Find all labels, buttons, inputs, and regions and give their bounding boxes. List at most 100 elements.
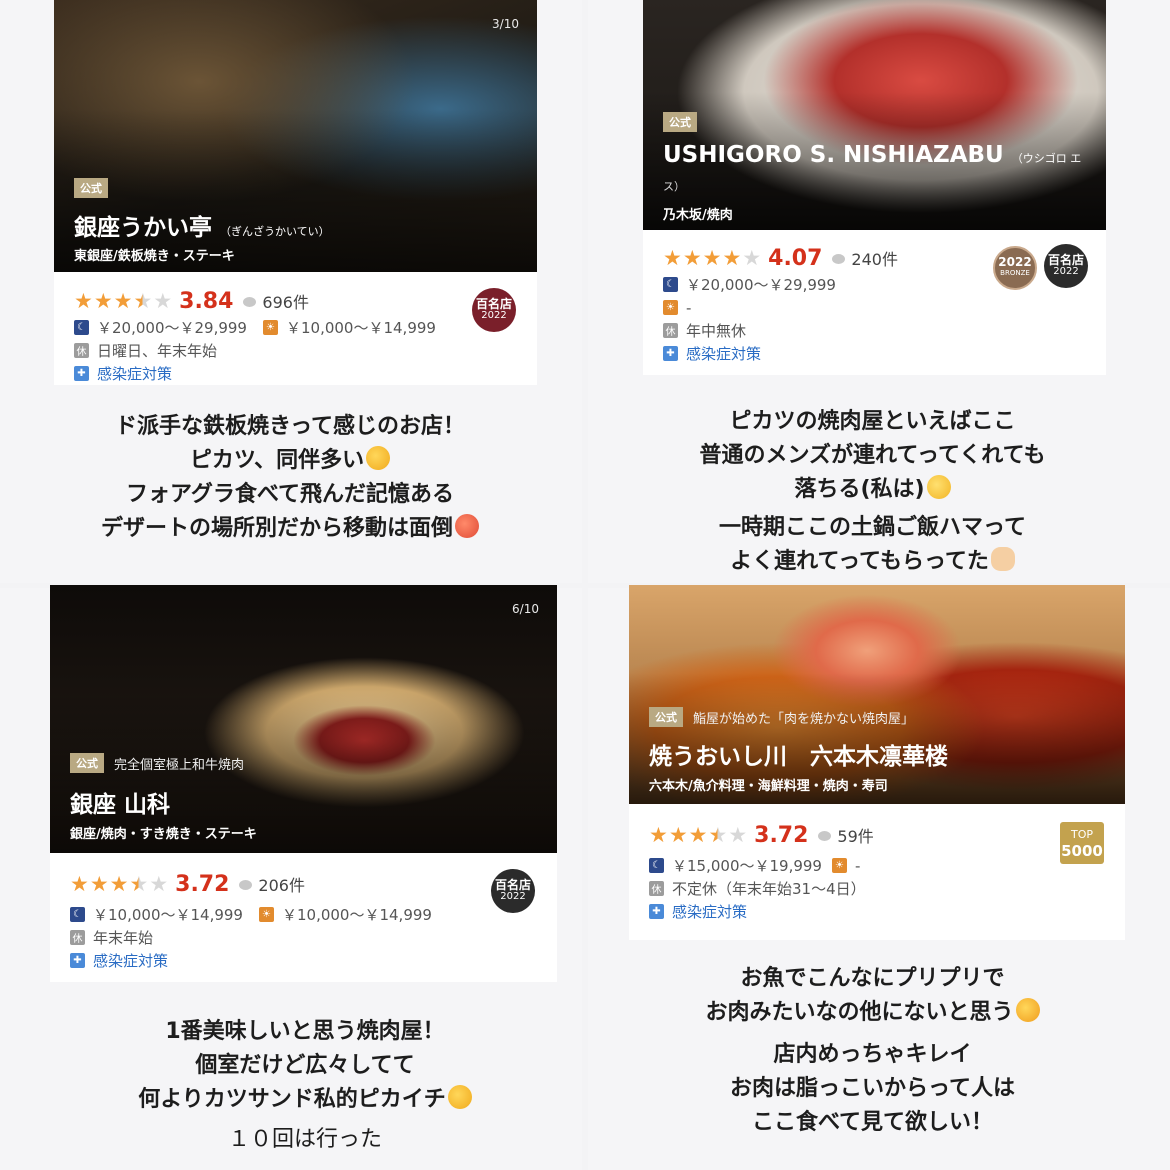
star-icon: ★ [663,245,682,270]
closed-days: 年末年始 [93,929,154,947]
hyakumeiten-badge[interactable]: 百名店 2022 [472,288,516,332]
title-reading: （ウシゴロ エ [1011,152,1082,165]
top5000-badge[interactable]: TOP 5000 [1060,822,1104,864]
star-icon: ★ [682,245,702,270]
covid-row[interactable]: ✚ 感染症対策 [649,900,1115,923]
dinner-budget: ￥10,000～￥14,999 [93,906,243,924]
comment-ushigoro: ピカツの焼肉屋といえばここ 普通のメンズが連れてってくれても 落ちる(私は) 一… [699,409,1046,574]
star-icon: ★ [668,822,688,847]
lunch-budget: - [854,856,861,875]
sun-icon: ☀ [663,300,678,315]
moon-icon: ☾ [74,320,89,335]
star-empty-icon: ★ [742,245,762,270]
star-empty-icon: ★ [728,822,748,847]
star-icon: ★ [702,245,722,270]
bronze-award-badge[interactable]: 2022 BRONZE [993,246,1037,290]
covid-measures-link[interactable]: 感染症対策 [672,901,747,922]
restaurant-photo[interactable]: 公式 USHIGORO S. NISHIAZABU （ウシゴロ エ ス） 乃木坂/… [643,0,1106,230]
comment-yamashina: 1番美味しいと思う焼肉屋！ 個室だけど広々してて 何よりカツサンド私的ピカイチ … [40,1015,570,1157]
closed-row: 休 年中無休 [663,319,1096,342]
shield-icon: ✚ [663,346,678,361]
official-tag: 公式 [649,707,683,727]
heart-hands-emoji [990,547,1015,571]
restaurant-card-ushigoro[interactable]: 公式 USHIGORO S. NISHIAZABU （ウシゴロ エ ス） 乃木坂/… [643,0,1106,375]
review-count[interactable]: 696件 [262,289,309,313]
restaurant-area-genre: 銀座/焼肉・すき焼き・ステーキ [70,827,257,842]
official-tag: 公式 [663,112,697,132]
title-reading-cont: ス） [663,180,685,193]
restaurant-title[interactable]: USHIGORO S. NISHIAZABU （ウシゴロ エ [663,142,1081,168]
hyakumeiten-badge[interactable]: 百名店 2022 [491,869,535,913]
restaurant-area-genre: 乃木坂/焼肉 [663,208,733,223]
catchphrase: 完全個室極上和牛焼肉 [114,757,245,773]
sun-icon: ☀ [262,320,278,335]
closed-icon: 休 [663,323,678,338]
photo-counter: 3/10 [492,17,519,31]
closed-row: 休 日曜日、年末年始 [74,339,527,362]
restaurant-title[interactable]: 銀座うかい亭 （ぎんざうかいてい） [74,208,330,242]
lunch-budget: ￥10,000～￥14,999 [281,906,432,924]
review-bubble-icon [818,831,832,841]
closed-days: 不定休（年末年始31～4日） [672,880,866,898]
review-count[interactable]: 240件 [851,246,898,270]
restaurant-photo[interactable]: 公式 鮨屋が始めた「肉を焼かない焼肉屋」 焼うおいし川 六本木凛華楼 六本木/魚… [629,585,1125,804]
restaurant-photo[interactable]: 6/10 公式 完全個室極上和牛焼肉 銀座 山科 銀座/焼肉・すき焼き・ステーキ [50,585,557,853]
shield-icon: ✚ [649,904,664,919]
star-icon: ★ [74,288,93,313]
tears-of-joy-emoji [926,475,951,499]
covid-row[interactable]: ✚ 感染症対策 [663,342,1096,365]
budget-row: ☾ ￥10,000～￥14,999 ☀ ￥10,000～￥14,999 [70,903,547,926]
covid-measures-link[interactable]: 感染症対策 [93,950,168,971]
star-half-icon: ★ [129,871,149,896]
budget-row: ☾ ￥15,000～￥19,999 ☀ - [649,854,1115,877]
star-icon: ★ [93,288,113,313]
official-tag: 公式 [74,178,108,198]
comment-ukaitei: ド派手な鉄板焼きって感じのお店！ ピカツ、同伴多い フォアグラ食べて飛んだ記憶あ… [20,410,560,546]
official-tag: 公式 [70,753,104,773]
star-icon: ★ [113,288,133,313]
covid-row[interactable]: ✚ 感染症対策 [74,362,527,385]
photo-counter: 6/10 [512,602,539,616]
restaurant-photo[interactable]: 3/10 公式 銀座うかい亭 （ぎんざうかいてい） 東銀座/鉄板焼き・ステーキ [54,0,537,272]
closed-row: 休 不定休（年末年始31～4日） [649,877,1115,900]
budget-row: ☾ ￥20,000～￥29,999 ☀ ￥10,000～￥14,999 [74,316,527,339]
review-bubble-icon [239,880,253,890]
closed-row: 休 年末年始 [70,926,547,949]
review-count[interactable]: 206件 [258,872,305,896]
closed-days: 年中無休 [686,322,747,340]
restaurant-area-genre: 六本木/魚介料理・海鮮料理・焼肉・寿司 [649,779,888,794]
dinner-budget: ￥20,000～￥29,999 [97,319,247,337]
title-reading: （ぎんざうかいてい） [220,225,330,238]
lunch-budget: ￥10,000～￥14,999 [285,319,436,337]
restaurant-card-ukaitei[interactable]: 3/10 公式 銀座うかい亭 （ぎんざうかいてい） 東銀座/鉄板焼き・ステーキ ★… [54,0,537,385]
star-half-icon: ★ [708,822,728,847]
rating-row: ★ ★ ★ ★ ★ 3.72 59件 [649,820,1115,850]
closed-days: 日曜日、年末年始 [97,342,218,360]
lunch-row: ☀ - [663,296,1096,319]
star-empty-icon: ★ [149,871,169,896]
rating-row: ★ ★ ★ ★ ★ 3.72 206件 [70,869,547,899]
comment-uoishikawa: お魚でこんなにプリプリで お肉みたいなの他にないと思う 店内めっちゃキレイ お肉… [600,962,1145,1140]
closed-icon: 休 [70,930,85,945]
rating-score: 4.07 [768,245,823,271]
review-count[interactable]: 59件 [837,823,873,847]
restaurant-title[interactable]: 銀座 山科 [70,785,170,819]
hand-over-mouth-emoji [447,1085,472,1109]
shield-icon: ✚ [74,366,89,381]
rating-score: 3.72 [754,822,809,848]
star-icon: ★ [70,871,89,896]
star-icon: ★ [722,245,742,270]
hyakumeiten-badge[interactable]: 百名店 2022 [1044,244,1088,288]
covid-measures-link[interactable]: 感染症対策 [97,363,172,384]
restaurant-card-uoishikawa[interactable]: 公式 鮨屋が始めた「肉を焼かない焼肉屋」 焼うおいし川 六本木凛華楼 六本木/魚… [629,585,1125,940]
hot-face-emoji [455,514,479,538]
covid-measures-link[interactable]: 感染症対策 [686,343,761,364]
star-icon: ★ [89,871,109,896]
restaurant-title[interactable]: 焼うおいし川 六本木凛華楼 [649,737,948,771]
closed-icon: 休 [74,343,89,358]
covid-row[interactable]: ✚ 感染症対策 [70,949,547,972]
shushing-face-emoji [366,446,391,470]
restaurant-card-yamashina[interactable]: 6/10 公式 完全個室極上和牛焼肉 銀座 山科 銀座/焼肉・すき焼き・ステーキ… [50,585,557,982]
rating-row: ★ ★ ★ ★ ★ 3.84 696件 [74,286,527,316]
flushed-face-emoji [1015,998,1040,1022]
